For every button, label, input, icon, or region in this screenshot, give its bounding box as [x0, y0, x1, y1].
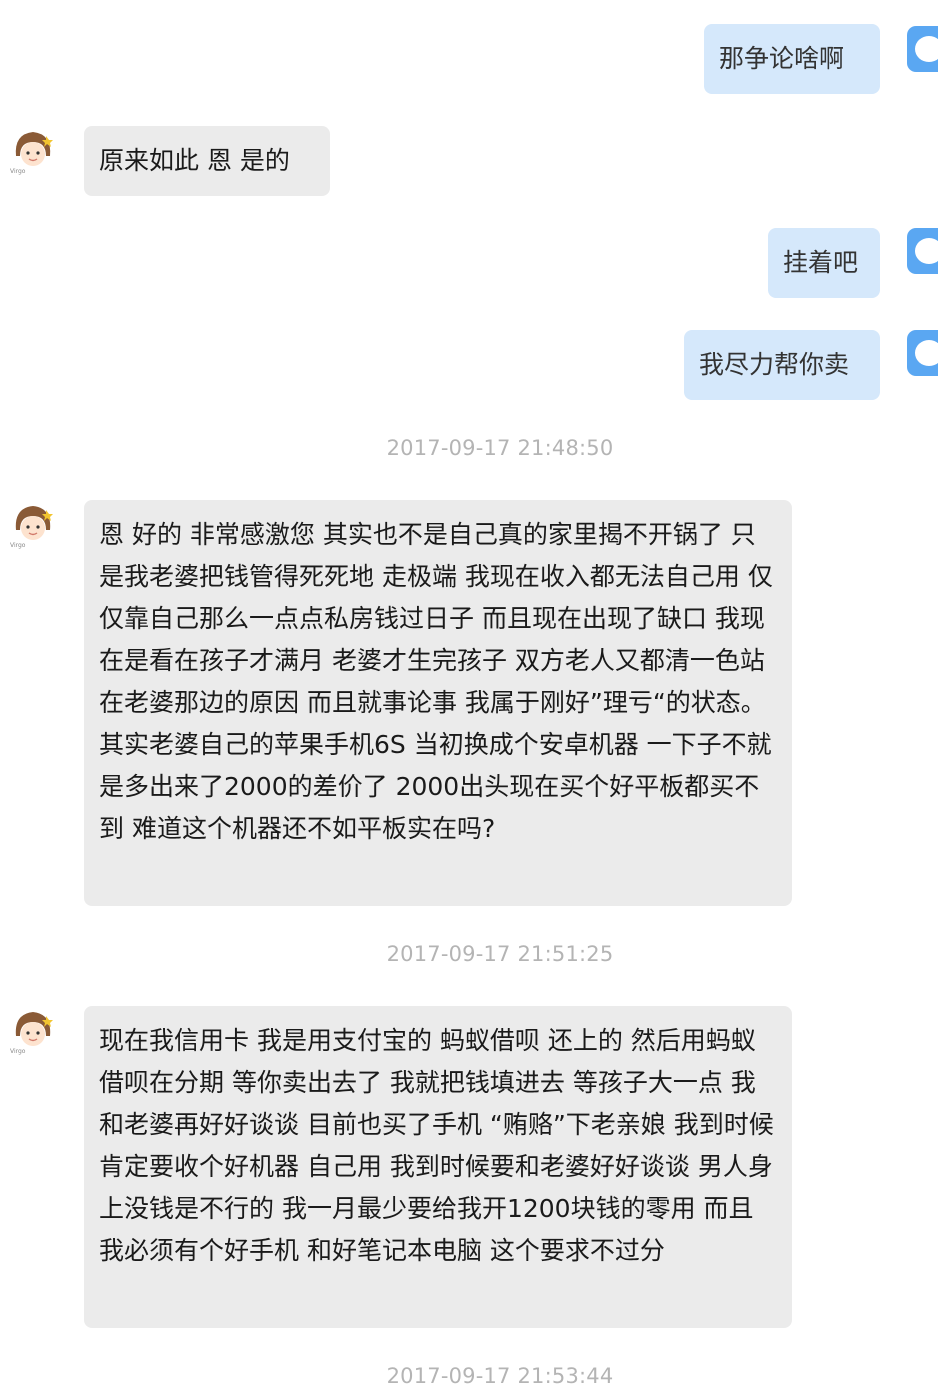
message-text: 那争论啥啊 — [719, 44, 845, 73]
message-bubble-outgoing[interactable]: 我尽力帮你卖 — [684, 330, 880, 400]
cat-face-icon — [915, 340, 938, 366]
virgo-badge-label: Virgo — [10, 1048, 26, 1055]
girl-avatar-icon: Virgo — [8, 126, 58, 176]
girl-avatar-icon: Virgo — [8, 1006, 58, 1056]
virgo-badge-label: Virgo — [10, 168, 26, 175]
contact-avatar[interactable]: Virgo — [8, 1006, 58, 1056]
message-text: 现在我信用卡 我是用支付宝的 蚂蚁借呗 还上的 然后用蚂蚁借呗在分期 等你卖出去… — [99, 1026, 774, 1265]
message-bubble-outgoing[interactable]: 那争论啥啊 — [704, 24, 880, 94]
message-bubble-incoming[interactable]: 恩 好的 非常感激您 其实也不是自己真的家里揭不开锅了 只是我老婆把钱管得死死地… — [84, 500, 792, 906]
message-bubble-incoming[interactable]: 原来如此 恩 是的 — [84, 126, 330, 196]
message-text: 恩 好的 非常感激您 其实也不是自己真的家里揭不开锅了 只是我老婆把钱管得死死地… — [99, 520, 773, 843]
message-timestamp: 2017-09-17 21:53:44 — [386, 1364, 614, 1388]
message-timestamp: 2017-09-17 21:51:25 — [386, 942, 614, 966]
message-text: 我尽力帮你卖 — [699, 350, 850, 379]
self-avatar[interactable] — [907, 228, 938, 274]
message-text: 原来如此 恩 是的 — [99, 146, 290, 175]
cat-face-icon — [915, 36, 938, 62]
self-avatar[interactable] — [907, 330, 938, 376]
message-bubble-outgoing[interactable]: 挂着吧 — [768, 228, 880, 298]
message-timestamp: 2017-09-17 21:48:50 — [386, 436, 614, 460]
message-text: 挂着吧 — [783, 248, 859, 277]
contact-avatar[interactable]: Virgo — [8, 126, 58, 176]
girl-avatar-icon: Virgo — [8, 500, 58, 550]
virgo-badge-label: Virgo — [10, 542, 26, 549]
cat-face-icon — [915, 238, 938, 264]
self-avatar[interactable] — [907, 26, 938, 72]
contact-avatar[interactable]: Virgo — [8, 500, 58, 550]
message-bubble-incoming[interactable]: 现在我信用卡 我是用支付宝的 蚂蚁借呗 还上的 然后用蚂蚁借呗在分期 等你卖出去… — [84, 1006, 792, 1328]
